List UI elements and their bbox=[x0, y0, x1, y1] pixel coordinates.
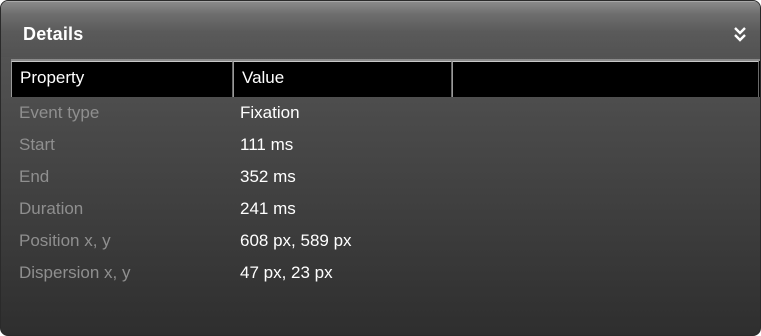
property-cell: Event type bbox=[19, 103, 100, 122]
property-cell: Start bbox=[19, 135, 55, 154]
value-cell: 608 px, 589 px bbox=[240, 231, 352, 250]
property-cell: Dispersion x, y bbox=[19, 263, 131, 282]
panel-header: Details bbox=[1, 1, 760, 57]
panel-title: Details bbox=[23, 24, 84, 44]
property-cell: Duration bbox=[19, 199, 84, 218]
value-cell: 111 ms bbox=[240, 135, 294, 154]
table-row[interactable]: Duration 241 ms bbox=[11, 195, 760, 227]
details-panel: Details Property Value Event type Fixati… bbox=[0, 0, 761, 336]
table-row[interactable]: Position x, y 608 px, 589 px bbox=[11, 227, 760, 259]
column-header-property[interactable]: Property bbox=[11, 61, 233, 97]
details-table: Property Value Event type Fixation Start… bbox=[11, 59, 760, 282]
table-row[interactable]: Event type Fixation bbox=[11, 99, 760, 131]
value-cell: 241 ms bbox=[240, 199, 296, 218]
value-cell: 352 ms bbox=[240, 167, 296, 186]
value-cell: 47 px, 23 px bbox=[240, 263, 333, 282]
table-row[interactable]: End 352 ms bbox=[11, 163, 760, 195]
column-header-value[interactable]: Value bbox=[233, 61, 452, 97]
column-header-empty[interactable] bbox=[452, 61, 759, 97]
double-chevron-down-icon[interactable] bbox=[733, 26, 747, 42]
table-body: Event type Fixation Start 111 ms End 352… bbox=[11, 99, 760, 291]
table-row[interactable]: Start 111 ms bbox=[11, 131, 760, 163]
property-cell: End bbox=[19, 167, 50, 186]
property-cell: Position x, y bbox=[19, 231, 111, 250]
value-cell: Fixation bbox=[240, 103, 300, 122]
table-header: Property Value bbox=[11, 59, 760, 97]
table-row[interactable]: Dispersion x, y 47 px, 23 px bbox=[11, 259, 760, 291]
